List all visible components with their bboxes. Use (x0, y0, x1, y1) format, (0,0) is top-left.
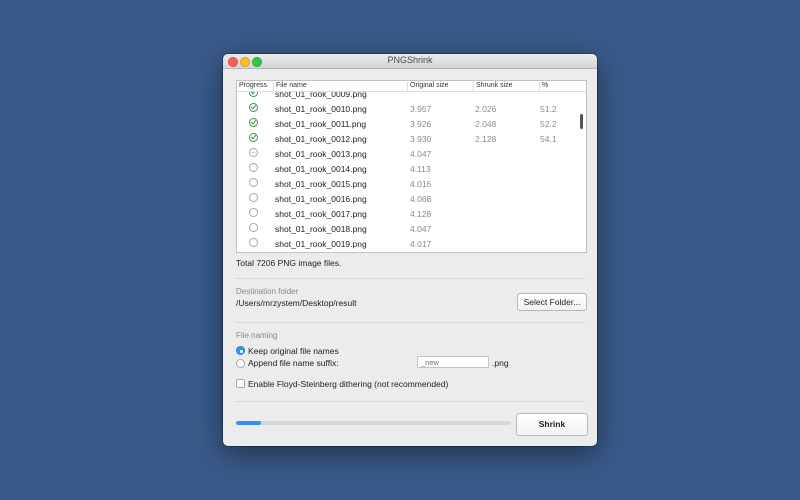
shrink-button[interactable]: Shrink (516, 413, 588, 436)
file-name-cell: shot_01_rook_0012.png (275, 134, 367, 144)
divider (235, 401, 585, 402)
naming-section-label: File naming (236, 331, 278, 340)
table-row[interactable]: shot_01_rook_0012.png 3.930 2.128 54.1 (237, 131, 586, 146)
file-name-cell: shot_01_rook_0014.png (275, 164, 367, 174)
original-size-cell: 4.047 (410, 224, 432, 234)
append-suffix-label[interactable]: Append file name suffix: (248, 358, 339, 368)
header-progress[interactable]: Progress (237, 82, 273, 91)
done-check-icon (249, 118, 258, 127)
divider (235, 322, 585, 323)
window-title: PNGShrink (387, 55, 433, 65)
file-name-cell: shot_01_rook_0009.png (275, 92, 367, 99)
append-suffix-radio[interactable] (236, 359, 245, 368)
table-row[interactable]: shot_01_rook_0016.png 4.068 (237, 191, 586, 206)
pending-circle-icon (249, 178, 258, 187)
table-row[interactable]: shot_01_rook_0018.png 4.047 (237, 221, 586, 236)
dithering-label[interactable]: Enable Floyd-Steinberg dithering (not re… (248, 379, 448, 389)
table-row[interactable]: shot_01_rook_0010.png 3.957 2.026 51.2 (237, 101, 586, 116)
file-name-cell: shot_01_rook_0010.png (275, 104, 367, 114)
file-name-cell: shot_01_rook_0015.png (275, 179, 367, 189)
vertical-scrollbar[interactable] (580, 114, 583, 129)
destination-section-label: Destination folder (236, 287, 299, 296)
percent-cell: 51.2 (540, 104, 557, 114)
header-original-size[interactable]: Original size (407, 82, 472, 91)
done-check-icon (249, 92, 258, 97)
table-row[interactable]: shot_01_rook_0015.png 4.016 (237, 176, 586, 191)
pending-circle-icon (249, 163, 258, 172)
file-table[interactable]: Progress File name Original size Shrunk … (236, 80, 587, 253)
original-size-cell: 3.957 (410, 104, 432, 114)
table-row[interactable]: ··· shot_01_rook_0013.png 4.047 (237, 146, 586, 161)
shrunk-size-cell: 2.026 (475, 104, 497, 114)
destination-path: /Users/mrzystem/Desktop/result (236, 298, 357, 308)
dithering-checkbox[interactable] (236, 379, 245, 388)
table-body: shot_01_rook_0009.png shot_01_rook_0010.p… (237, 92, 586, 252)
main-window: PNGShrink Progress File name Original si… (223, 54, 597, 446)
progress-fill (236, 421, 261, 425)
file-name-cell: shot_01_rook_0011.png (275, 119, 367, 129)
suffix-extension-label: .png (492, 358, 509, 368)
table-row[interactable]: shot_01_rook_0014.png 4.113 (237, 161, 586, 176)
original-size-cell: 4.047 (410, 149, 432, 159)
table-rows: shot_01_rook_0009.png shot_01_rook_0010.p… (237, 92, 586, 252)
shrunk-size-cell: 2.128 (475, 134, 497, 144)
file-name-cell: shot_01_rook_0016.png (275, 194, 367, 204)
original-size-cell: 3.930 (410, 134, 432, 144)
table-row[interactable]: shot_01_rook_0019.png 4.017 (237, 236, 586, 251)
file-name-cell: shot_01_rook_0017.png (275, 209, 367, 219)
original-size-cell: 4.068 (410, 194, 432, 204)
keep-names-label[interactable]: Keep original file names (248, 346, 339, 356)
table-header: Progress File name Original size Shrunk … (237, 81, 586, 92)
table-row[interactable]: shot_01_rook_0011.png 3.926 2.048 52.2 (237, 116, 586, 131)
header-file-name[interactable]: File name (273, 82, 408, 91)
file-name-cell: shot_01_rook_0013.png (275, 149, 367, 159)
header-percent[interactable]: % (539, 82, 586, 91)
divider (235, 278, 585, 279)
pending-circle-icon (249, 223, 258, 232)
processing-dots-icon: ··· (249, 148, 258, 157)
pending-circle-icon (249, 238, 258, 247)
progress-bar (236, 421, 511, 425)
done-check-icon (249, 133, 258, 142)
pending-circle-icon (249, 208, 258, 217)
header-shrunk-size[interactable]: Shrunk size (473, 82, 538, 91)
original-size-cell: 4.113 (410, 164, 431, 174)
pending-circle-icon (249, 193, 258, 202)
table-row[interactable]: shot_01_rook_0009.png (237, 92, 586, 101)
keep-names-radio[interactable] (236, 346, 245, 355)
file-name-cell: shot_01_rook_0019.png (275, 239, 367, 249)
suffix-input[interactable] (417, 356, 489, 368)
select-folder-button[interactable]: Select Folder... (517, 293, 587, 311)
done-check-icon (249, 103, 258, 112)
percent-cell: 54.1 (540, 134, 557, 144)
title-bar: PNGShrink (223, 54, 597, 69)
original-size-cell: 4.016 (410, 179, 432, 189)
original-size-cell: 4.017 (410, 239, 432, 249)
total-files-label: Total 7206 PNG image files. (236, 258, 342, 268)
original-size-cell: 4.128 (410, 209, 432, 219)
table-row[interactable]: shot_01_rook_0017.png 4.128 (237, 206, 586, 221)
file-name-cell: shot_01_rook_0018.png (275, 224, 367, 234)
table-row[interactable]: shot_01_rook_0020.png4.062 (237, 251, 586, 252)
percent-cell: 52.2 (540, 119, 557, 129)
original-size-cell: 3.926 (410, 119, 432, 129)
shrunk-size-cell: 2.048 (475, 119, 497, 129)
